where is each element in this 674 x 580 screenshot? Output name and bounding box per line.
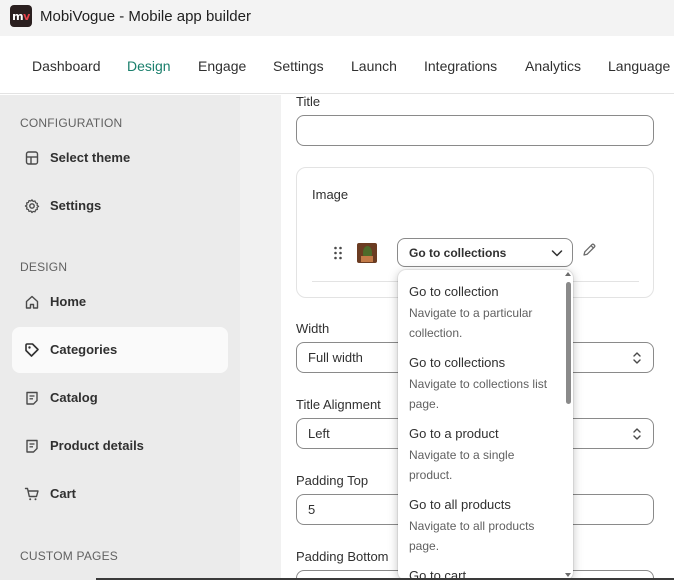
gear-icon [24,199,40,214]
sidebar-item-label: Product details [50,438,144,453]
padding-bottom-label: Padding Bottom [296,549,389,564]
sidebar-gutter [240,95,281,580]
option-description: Navigate to a particular collection. [409,306,533,340]
home-icon [25,295,39,309]
tab-analytics[interactable]: Analytics [525,58,581,74]
sidebar-item-label: Catalog [50,390,98,405]
sidebar-item-select-theme[interactable]: Select theme [12,135,228,181]
tab-settings[interactable]: Settings [273,58,324,74]
link-action-dropdown: Go to collection Navigate to a particula… [398,270,573,580]
title-bar: mv MobiVogue - Mobile app builder [0,0,674,36]
design-heading: DESIGN [20,260,68,274]
option-description: Navigate to collections list page. [409,377,548,411]
sidebar-item-label: Settings [50,198,102,213]
scroll-down-arrow-icon[interactable] [565,573,571,577]
sidebar-item-label: Select theme [50,150,131,165]
thumbnail-pot [361,256,373,262]
dropdown-scrollbar[interactable] [566,282,571,404]
configuration-heading: CONFIGURATION [20,116,123,130]
sidebar-item-home[interactable]: Home [12,279,228,325]
tab-design[interactable]: Design [127,58,171,74]
logo-accent-letter: v [23,9,30,23]
sidebar: CONFIGURATION Select theme Settings DESI… [0,95,240,580]
option-title: Go to a product [409,426,499,441]
tab-dashboard[interactable]: Dashboard [32,58,101,74]
link-action-value: Go to collections [409,246,507,260]
sidebar-item-settings[interactable]: Settings [12,183,228,229]
tag-icon [25,343,39,357]
app-title: MobiVogue - Mobile app builder [40,8,251,25]
option-go-to-product[interactable]: Go to a product Navigate to a single prod… [409,425,559,485]
padding-top-label: Padding Top [296,473,369,488]
drag-handle-icon[interactable] [333,246,343,260]
title-alignment-value: Left [308,426,330,441]
image-thumbnail[interactable] [357,243,377,263]
link-action-select[interactable]: Go to collections [397,238,573,267]
sidebar-item-cart[interactable]: Cart [12,471,228,517]
sidebar-item-label: Cart [50,486,77,501]
option-description: Navigate to all products page. [409,519,535,553]
option-go-to-collections[interactable]: Go to collections Navigate to collection… [409,354,559,414]
option-title: Go to collections [409,355,506,370]
catalog-icon [26,391,38,405]
tab-integrations[interactable]: Integrations [424,58,497,74]
chevron-down-icon [551,250,563,257]
title-input[interactable] [296,115,654,146]
sidebar-item-label: Home [50,294,87,309]
option-title: Go to all products [409,497,511,512]
tab-engage[interactable]: Engage [198,58,246,74]
width-label: Width [296,321,330,336]
theme-icon [25,151,39,165]
tab-language[interactable]: Language [608,58,670,74]
image-card-heading: Image [312,187,349,202]
option-title: Go to collection [409,284,499,299]
sidebar-item-product-details[interactable]: Product details [12,423,228,469]
product-details-icon [26,439,38,453]
select-arrows-icon [633,352,641,364]
option-go-to-collection[interactable]: Go to collection Navigate to a particula… [409,283,559,343]
pencil-icon[interactable] [581,242,597,258]
custom-pages-heading: CUSTOM PAGES [20,549,118,563]
option-go-to-all-products[interactable]: Go to all products Navigate to all produ… [409,496,559,556]
scroll-up-arrow-icon[interactable] [565,272,571,276]
cart-icon [24,487,39,501]
width-select-value: Full width [308,350,363,365]
option-description: Navigate to a single product. [409,448,515,482]
title-alignment-label: Title Alignment [296,397,381,412]
tab-launch[interactable]: Launch [351,58,397,74]
top-nav: Dashboard Design Engage Settings Launch … [0,36,674,94]
select-arrows-icon [633,428,641,440]
logo-letter: m [12,9,24,23]
title-label: Title [296,94,321,109]
sidebar-item-catalog[interactable]: Catalog [12,375,228,421]
sidebar-item-label: Categories [50,342,118,357]
app-logo: mv [10,5,32,27]
sidebar-item-categories[interactable]: Categories [12,327,228,373]
